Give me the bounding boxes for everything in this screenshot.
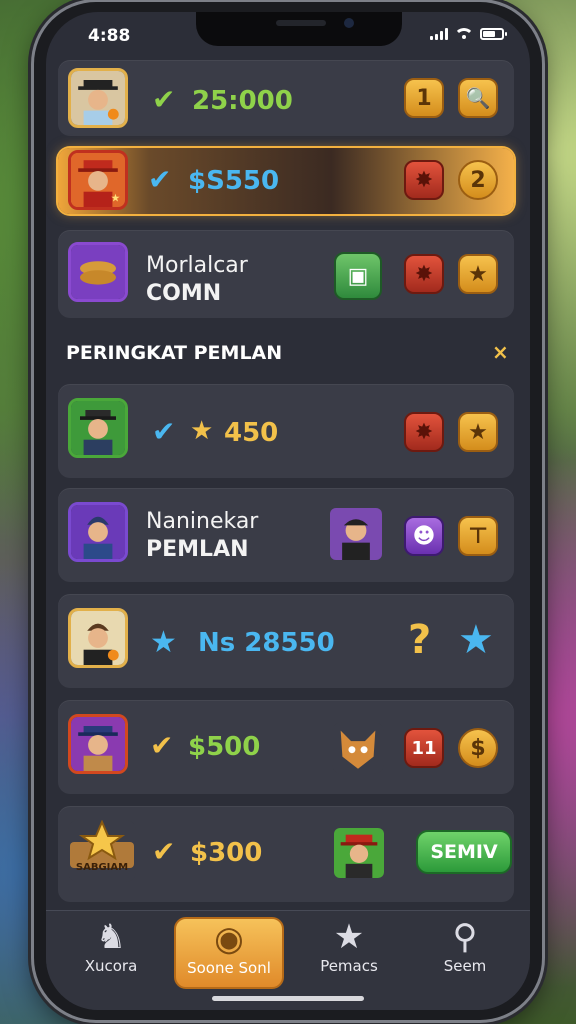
leaderboard-row-2[interactable]: ★ ✔ $S550 ✸ 2 bbox=[58, 148, 514, 214]
glasses-coin-icon: ◉ bbox=[214, 919, 244, 959]
leaderboard-row-5[interactable]: Naninekar PEMLAN ☻ ⊤ bbox=[58, 488, 514, 582]
player-name: Naninekar PEMLAN bbox=[146, 509, 259, 562]
score-value: $300 bbox=[190, 838, 263, 868]
check-icon: ✔ bbox=[150, 729, 174, 762]
tab-xucora[interactable]: ♞ Xucora bbox=[56, 917, 166, 989]
bottom-tab-bar: ♞ Xucora ◉ Soone Sonl ★ Pemacs ⚲ Seem bbox=[46, 910, 530, 1010]
wifi-icon bbox=[456, 28, 472, 40]
section-title: PERINGKAT PEMLAN bbox=[66, 342, 283, 364]
star-badge-icon: ★ bbox=[458, 412, 498, 452]
score-value: $S550 bbox=[188, 166, 280, 196]
avatar bbox=[68, 714, 128, 774]
leaderboard-row-7[interactable]: ✔ $500 11 $ bbox=[58, 700, 514, 794]
status-icons bbox=[430, 28, 507, 40]
leaderboard-row-4[interactable]: ✔ ★ 450 ✸ ★ bbox=[58, 384, 514, 478]
score-value: Ns 28550 bbox=[198, 628, 335, 658]
splat-badge-icon: ✸ bbox=[404, 160, 444, 200]
check-icon: ✔ bbox=[152, 83, 176, 116]
svg-text:★: ★ bbox=[111, 192, 121, 205]
rank-badge: 1 bbox=[404, 78, 444, 118]
banner-badge-icon: ⊤ bbox=[458, 516, 498, 556]
send-button[interactable]: SEMIV bbox=[416, 830, 512, 874]
search-icon[interactable]: 🔍 bbox=[458, 78, 498, 118]
status-time: 4:88 bbox=[88, 26, 131, 46]
leaderboard-row-6[interactable]: ★ Ns 28550 ? ★ bbox=[58, 594, 514, 688]
robot-badge-icon: ☻ bbox=[404, 516, 444, 556]
trophy-label: SABGIAM bbox=[75, 862, 129, 873]
star-icon: ★ bbox=[150, 625, 177, 660]
tab-soone-sonl[interactable]: ◉ Soone Sonl bbox=[174, 917, 284, 989]
rank-badge: 2 bbox=[458, 160, 498, 200]
player-name: Morlalcar COMN bbox=[146, 253, 248, 306]
phone-frame: 4:88 ✔ 25:000 1 🔍 ★ ✔ $S550 ✸ 2 Morlalca… bbox=[34, 2, 542, 1020]
signal-icon bbox=[430, 28, 448, 40]
tab-label: Pemacs bbox=[320, 957, 378, 975]
app-screen: 4:88 ✔ 25:000 1 🔍 ★ ✔ $S550 ✸ 2 Morlalca… bbox=[46, 12, 530, 1010]
help-icon[interactable]: ? bbox=[408, 620, 431, 660]
notch bbox=[196, 12, 402, 46]
tab-label: Seem bbox=[443, 957, 487, 975]
splat-badge-icon: ✸ bbox=[404, 254, 444, 294]
close-icon[interactable]: × bbox=[492, 340, 509, 364]
character-icon bbox=[334, 828, 384, 878]
avatar bbox=[68, 608, 128, 668]
avatar: ★ bbox=[68, 150, 128, 210]
check-icon: ✔ bbox=[152, 415, 176, 448]
horse-icon: ♞ bbox=[95, 917, 127, 957]
home-indicator bbox=[212, 996, 364, 1001]
tab-seem[interactable]: ⚲ Seem bbox=[410, 917, 520, 989]
check-icon: ✔ bbox=[152, 835, 176, 868]
avatar bbox=[68, 502, 128, 562]
tab-pemacs[interactable]: ★ Pemacs bbox=[294, 917, 404, 989]
leaderboard-row-1[interactable]: ✔ 25:000 1 🔍 bbox=[58, 60, 514, 136]
character-icon bbox=[330, 508, 382, 560]
check-icon: ✔ bbox=[148, 163, 172, 196]
rank-badge: 11 bbox=[404, 728, 444, 768]
leaderboard-row-3[interactable]: Morlalcar COMN ▣ ✸ ★ bbox=[58, 230, 514, 318]
score-value: 450 bbox=[224, 418, 279, 448]
box-badge-icon: ▣ bbox=[334, 252, 382, 300]
avatar bbox=[68, 398, 128, 458]
cat-character-icon bbox=[332, 722, 384, 774]
battery-icon bbox=[480, 28, 507, 40]
avatar bbox=[68, 68, 128, 128]
star-icon: ★ bbox=[190, 416, 214, 446]
search-icon: ⚲ bbox=[452, 917, 478, 957]
tab-label: Soone Sonl bbox=[187, 959, 271, 977]
star-badge-icon: ★ bbox=[458, 254, 498, 294]
bread-item-icon bbox=[68, 242, 128, 302]
coin-badge-icon: $ bbox=[458, 728, 498, 768]
splat-badge-icon: ✸ bbox=[404, 412, 444, 452]
star-icon: ★ bbox=[333, 917, 365, 957]
score-value: 25:000 bbox=[192, 86, 293, 116]
tab-label: Xucora bbox=[84, 957, 138, 975]
star-badge-icon: ★ bbox=[458, 617, 494, 663]
score-value: $500 bbox=[188, 732, 261, 762]
